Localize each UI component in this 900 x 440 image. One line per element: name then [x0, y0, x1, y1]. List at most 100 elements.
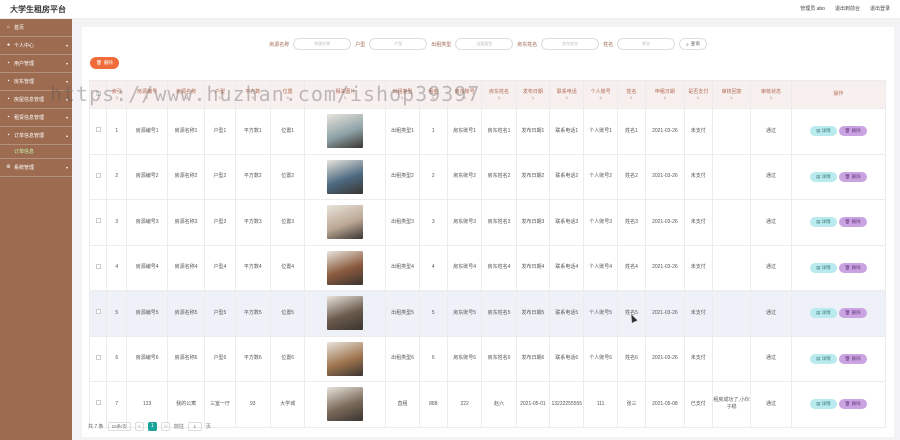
row-checkbox[interactable]	[88, 108, 108, 155]
search-input-name[interactable]: 姓名	[617, 38, 676, 50]
sort-icon[interactable]: ⇅	[272, 96, 304, 101]
column-header-person-name[interactable]: 姓名 ⇅	[616, 80, 647, 109]
logout-link[interactable]: 退出登录	[870, 5, 890, 12]
sort-icon[interactable]: ⇅	[168, 96, 203, 101]
sidebar-item-orders[interactable]: ▪ 订单信息管理 ▴	[0, 127, 72, 145]
sort-icon[interactable]: ⇅	[713, 96, 749, 101]
next-page-button[interactable]: >	[160, 422, 170, 431]
sort-icon[interactable]: ⇅	[517, 96, 548, 101]
search-input-house-name[interactable]: 房源名称	[293, 38, 352, 50]
delete-button[interactable]: 🗑 删除	[838, 399, 867, 410]
detail-button[interactable]: ▤ 详情	[810, 262, 837, 273]
page-jump-input[interactable]: 1	[187, 422, 202, 431]
column-header-house-name[interactable]: 房源名称 ⇅	[166, 80, 206, 109]
row-checkbox[interactable]	[88, 290, 108, 337]
sort-icon[interactable]: ⇅	[448, 96, 480, 101]
sort-icon[interactable]: ⇅	[206, 96, 234, 101]
house-photo[interactable]	[327, 341, 364, 376]
column-header-phone[interactable]: 联系电话 ⇅	[549, 80, 585, 109]
table-row[interactable]: 5 房源编号5 房源名称5 户型5 平方数5 位置5 出租类型5 5 房东账号5 房东姓名5 发布日…	[88, 290, 887, 337]
cell-paid: 未支付	[683, 244, 713, 291]
row-checkbox[interactable]	[88, 335, 108, 382]
column-header-area[interactable]: 平方数 ⇅	[234, 80, 272, 109]
column-header-owner-account[interactable]: 房东账号 ⇅	[446, 80, 483, 109]
column-header-photo[interactable]: 相关图片 ⇅	[304, 80, 387, 109]
select-all-checkbox[interactable]	[88, 80, 108, 109]
table-row[interactable]: 2 房源编号2 房源名称2 户型2 平方数2 位置2 出租类型2 2 房东账号2 房东姓名2 发布日…	[88, 153, 887, 200]
column-header-index[interactable]: 索引 ⇅	[106, 80, 128, 109]
sidebar-item-users[interactable]: ▪ 用户管理 ▾	[0, 55, 72, 73]
sort-icon[interactable]: ⇅	[585, 96, 616, 101]
detail-button[interactable]: ▤ 详情	[810, 308, 837, 319]
sort-icon[interactable]: ⇅	[752, 96, 790, 101]
sidebar-item-leases[interactable]: ▪ 租赁信息管理 ▾	[0, 109, 72, 127]
delete-button[interactable]: 🗑 删除	[838, 262, 867, 273]
detail-button[interactable]: ▤ 详情	[810, 126, 837, 137]
table-row[interactable]: 7 123 我的公寓 三室一厅 93 大学城 直租 888 222 赵六 2021-05-01 132…	[88, 381, 887, 428]
delete-button[interactable]: 🗑 删除	[838, 353, 867, 364]
sort-icon[interactable]: ⇅	[236, 96, 269, 101]
row-checkbox[interactable]	[88, 244, 108, 291]
column-header-review-status[interactable]: 审核状态 ⇅	[750, 80, 792, 109]
row-checkbox[interactable]	[88, 199, 108, 246]
search-input-layout[interactable]: 户型	[369, 38, 428, 50]
back-to-front-link[interactable]: 退出到前台	[835, 5, 860, 12]
house-photo[interactable]	[327, 114, 364, 149]
delete-button[interactable]: 🗑 删除	[838, 171, 867, 182]
table-row[interactable]: 1 房源编号1 房源名称1 户型1 平方数1 位置1 出租类型1 1 房东账号1 房东姓名1 发布日…	[88, 108, 887, 155]
table-row[interactable]: 4 房源编号4 房源名称4 户型4 平方数4 位置4 出租类型4 4 房东账号4 房东姓名4 发布日…	[88, 244, 887, 291]
detail-button[interactable]: ▤ 详情	[810, 399, 837, 410]
sidebar-item-profile[interactable]: ● 个人中心 ▾	[0, 37, 72, 55]
column-header-paid[interactable]: 是否支付 ⇅	[683, 80, 713, 109]
delete-button[interactable]: 🗑 删除	[838, 126, 867, 137]
house-photo[interactable]	[327, 159, 364, 194]
house-photo[interactable]	[327, 387, 364, 422]
column-header-location[interactable]: 位置 ⇅	[269, 80, 306, 109]
sort-icon[interactable]: ⇅	[551, 96, 583, 101]
house-photo[interactable]	[327, 250, 364, 285]
sort-icon[interactable]: ⇅	[306, 96, 385, 101]
column-header-apply-date[interactable]: 申租日期 ⇅	[645, 80, 685, 109]
row-checkbox[interactable]	[88, 381, 108, 428]
sort-icon[interactable]: ⇅	[108, 96, 126, 101]
detail-button[interactable]: ▤ 详情	[810, 217, 837, 228]
prev-page-button[interactable]: <	[134, 422, 144, 431]
delete-button[interactable]: 🗑 删除	[838, 217, 867, 228]
search-button[interactable]: ⌕ 查询	[679, 38, 707, 50]
sort-icon[interactable]: ⇅	[647, 96, 683, 101]
column-header-house-code[interactable]: 房源编号 ⇅	[126, 80, 168, 109]
search-input-owner-name[interactable]: 房东姓名	[541, 38, 600, 50]
bulk-delete-button[interactable]: 🗑 删除	[90, 57, 119, 69]
column-header-owner-name[interactable]: 房东姓名 ⇅	[481, 80, 517, 109]
sidebar-item-houses[interactable]: ▪ 房屋信息管理 ▾	[0, 91, 72, 109]
content-card: 房源名称 房源名称 户型 户型 出租类型 出租类型 房东姓名 房东姓名 姓名 姓…	[82, 27, 894, 437]
sort-icon[interactable]: ⇅	[483, 96, 515, 101]
house-photo[interactable]	[327, 205, 364, 240]
column-header-review-reply[interactable]: 审核回复 ⇅	[711, 80, 752, 109]
delete-button[interactable]: 🗑 删除	[838, 308, 867, 319]
sidebar-item-system[interactable]: ⚙ 系统管理 ▾	[0, 159, 72, 177]
column-header-rent[interactable]: 租金 ⇅	[418, 80, 448, 109]
table-row[interactable]: 3 房源编号3 房源名称3 户型3 平方数3 位置3 出租类型3 3 房东账号3 房东姓名3 发布日…	[88, 199, 887, 246]
column-header-rent-type[interactable]: 出租类型 ⇅	[385, 80, 420, 109]
column-header-publish-date[interactable]: 发布日期 ⇅	[515, 80, 551, 109]
column-header-layout[interactable]: 户型 ⇅	[204, 80, 236, 109]
search-input-rent-type[interactable]: 出租类型	[455, 38, 514, 50]
search-label-name: 姓名	[603, 41, 614, 48]
sort-icon[interactable]: ⇅	[618, 96, 644, 101]
house-photo[interactable]	[327, 296, 364, 331]
sort-icon[interactable]: ⇅	[420, 96, 446, 101]
current-page[interactable]: 1	[147, 422, 157, 431]
detail-button[interactable]: ▤ 详情	[810, 353, 837, 364]
sort-icon[interactable]: ⇅	[685, 96, 711, 101]
detail-button[interactable]: ▤ 详情	[810, 171, 837, 182]
sidebar-item-landlords[interactable]: ▪ 房东管理 ▾	[0, 73, 72, 91]
row-checkbox[interactable]	[88, 153, 108, 200]
sidebar-item-home[interactable]: ⌂ 首页	[0, 19, 72, 37]
table-row[interactable]: 6 房源编号6 房源名称6 户型6 平方数6 位置6 出租类型6 6 房东账号6 房东姓名6 发布日…	[88, 335, 887, 382]
page-size-select[interactable]: 10条/页	[107, 422, 131, 431]
sidebar-subitem-orders[interactable]: 订单信息	[0, 145, 72, 159]
sort-icon[interactable]: ⇅	[128, 96, 166, 101]
column-header-personal-account[interactable]: 个人账号 ⇅	[583, 80, 618, 109]
sort-icon[interactable]: ⇅	[387, 96, 418, 101]
